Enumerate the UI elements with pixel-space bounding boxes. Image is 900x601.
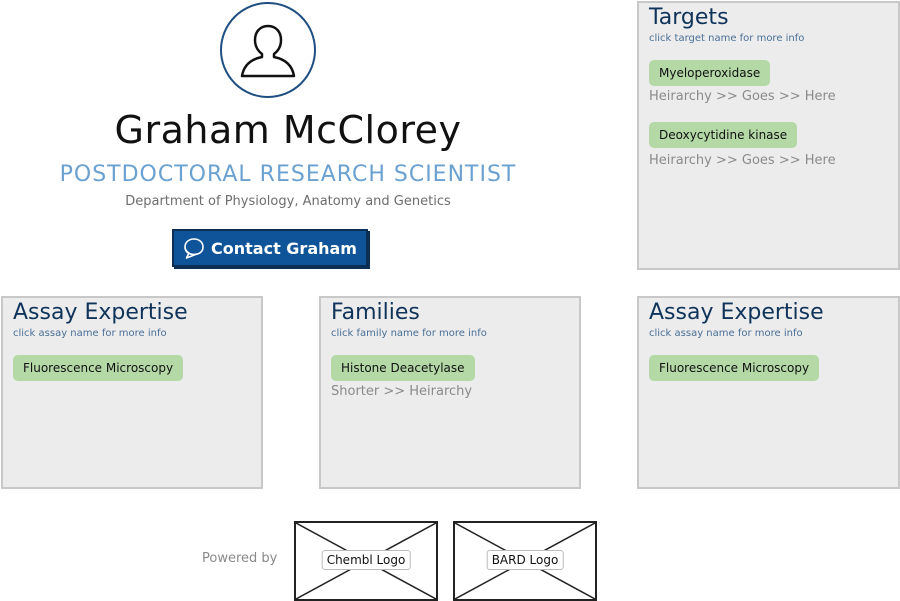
profile-name: Graham McClorey bbox=[114, 108, 462, 152]
families-hint: click family name for more info bbox=[331, 328, 487, 339]
assay-chip-left[interactable]: Fluorescence Microscopy bbox=[13, 355, 184, 381]
target-hierarchy-1: Heirarchy >> Goes >> Here bbox=[649, 89, 836, 104]
assay-hint-right: click assay name for more info bbox=[649, 328, 803, 339]
families-panel: Families click family name for more info… bbox=[319, 296, 581, 489]
speech-bubble-icon bbox=[184, 238, 204, 259]
chembl-logo-label: Chembl Logo bbox=[321, 550, 411, 570]
assay-chip-right[interactable]: Fluorescence Microscopy bbox=[649, 355, 820, 381]
assay-hint-left: click assay name for more info bbox=[13, 328, 167, 339]
assay-title-right: Assay Expertise bbox=[649, 300, 824, 325]
targets-title: Targets bbox=[649, 5, 729, 30]
target-chip-2[interactable]: Deoxycytidine kinase bbox=[649, 122, 798, 148]
bard-logo[interactable]: BARD Logo bbox=[453, 521, 597, 601]
families-title: Families bbox=[331, 300, 420, 325]
chembl-logo[interactable]: Chembl Logo bbox=[294, 521, 438, 601]
target-hierarchy-2: Heirarchy >> Goes >> Here bbox=[649, 153, 836, 168]
bard-logo-label: BARD Logo bbox=[486, 550, 564, 570]
targets-panel: Targets click target name for more info … bbox=[637, 1, 900, 270]
contact-button[interactable]: Contact Graham bbox=[172, 229, 368, 267]
assay-expertise-panel-right: Assay Expertise click assay name for mor… bbox=[637, 296, 900, 489]
family-chip-1[interactable]: Histone Deacetylase bbox=[331, 355, 475, 381]
powered-by-label: Powered by bbox=[202, 551, 278, 566]
assay-expertise-panel-left: Assay Expertise click assay name for mor… bbox=[1, 296, 263, 489]
targets-hint: click target name for more info bbox=[649, 33, 805, 44]
profile-title: POSTDOCTORAL RESEARCH SCIENTIST bbox=[59, 162, 517, 187]
profile-department: Department of Physiology, Anatomy and Ge… bbox=[125, 194, 451, 209]
user-icon bbox=[240, 24, 296, 78]
assay-title-left: Assay Expertise bbox=[13, 300, 188, 325]
contact-button-label: Contact Graham bbox=[211, 238, 357, 258]
target-chip-1[interactable]: Myeloperoxidase bbox=[649, 60, 771, 86]
avatar bbox=[220, 2, 316, 98]
family-hierarchy-1: Shorter >> Heirarchy bbox=[331, 384, 473, 399]
